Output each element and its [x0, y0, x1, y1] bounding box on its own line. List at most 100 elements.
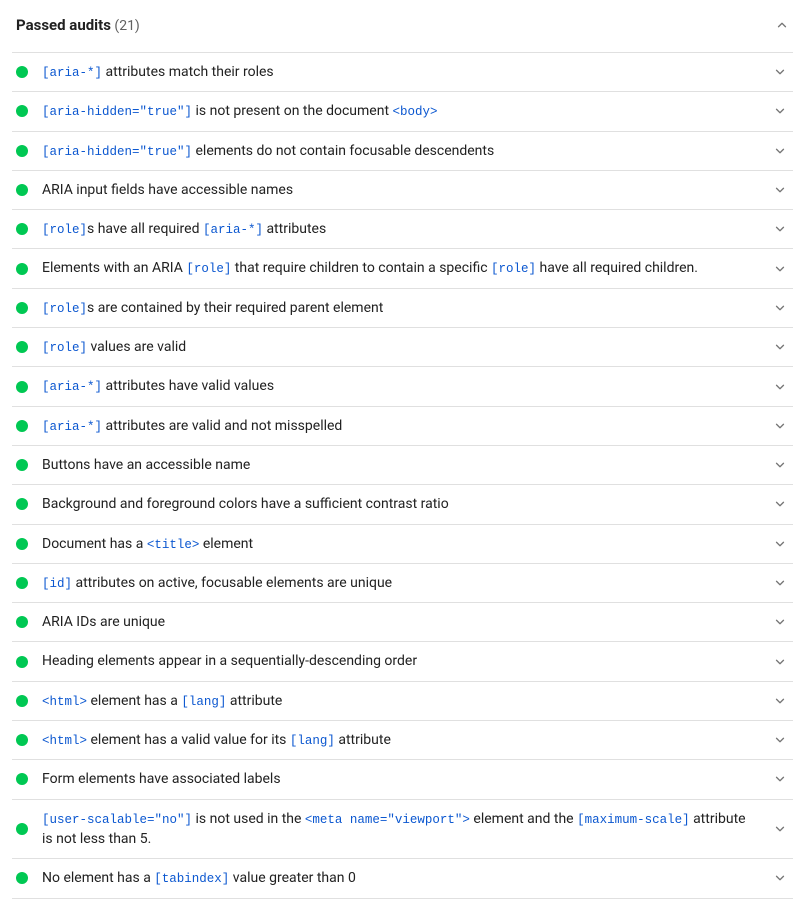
audit-text: [role] values are valid: [42, 337, 759, 357]
chevron-down-icon: [773, 262, 787, 276]
code-token: [lang]: [290, 734, 335, 748]
text-token: element and the: [470, 811, 577, 827]
audit-text: Elements with an ARIA [role] that requir…: [42, 258, 759, 278]
audit-row[interactable]: Background and foreground colors have a …: [12, 485, 793, 524]
pass-dot-icon: [16, 341, 28, 353]
chevron-down-icon: [773, 871, 787, 885]
header-title-wrap: Passed audits (21): [16, 16, 140, 34]
code-token: [lang]: [181, 695, 226, 709]
audit-row[interactable]: Buttons have an accessible name: [12, 446, 793, 485]
code-token: [aria-hidden="true"]: [42, 105, 192, 119]
audit-row[interactable]: [role]s are contained by their required …: [12, 289, 793, 328]
code-token: [maximum-scale]: [577, 813, 690, 827]
chevron-down-icon: [773, 183, 787, 197]
text-token: Document has a: [42, 536, 147, 552]
header-title: Passed audits: [16, 16, 111, 34]
pass-dot-icon: [16, 695, 28, 707]
pass-dot-icon: [16, 105, 28, 117]
audit-row[interactable]: [role]s have all required [aria-*] attri…: [12, 210, 793, 249]
audit-row[interactable]: No element has a [tabindex] value greate…: [12, 859, 793, 898]
chevron-down-icon: [773, 822, 787, 836]
code-token: [id]: [42, 577, 72, 591]
pass-dot-icon: [16, 184, 28, 196]
pass-dot-icon: [16, 459, 28, 471]
code-token: [aria-*]: [42, 66, 102, 80]
chevron-down-icon: [773, 458, 787, 472]
code-token: [user-scalable="no"]: [42, 813, 192, 827]
audit-row[interactable]: [aria-*] attributes have valid values: [12, 367, 793, 406]
pass-dot-icon: [16, 773, 28, 785]
audit-text: [aria-hidden="true"] is not present on t…: [42, 101, 759, 121]
text-token: ARIA input fields have accessible names: [42, 182, 293, 198]
audit-text: ARIA input fields have accessible names: [42, 180, 759, 200]
audit-row[interactable]: [aria-hidden="true"] is not present on t…: [12, 92, 793, 131]
text-token: s are contained by their required parent…: [87, 300, 383, 316]
audit-text: Document has a <title> element: [42, 534, 759, 554]
audit-list: [aria-*] attributes match their roles[ar…: [12, 52, 793, 899]
pass-dot-icon: [16, 66, 28, 78]
chevron-down-icon: [773, 104, 787, 118]
code-token: <meta name="viewport">: [305, 813, 470, 827]
chevron-down-icon: [773, 576, 787, 590]
code-token: [role]: [491, 262, 536, 276]
pass-dot-icon: [16, 223, 28, 235]
audit-row[interactable]: [user-scalable="no"] is not used in the …: [12, 800, 793, 860]
chevron-down-icon: [773, 301, 787, 315]
audit-row[interactable]: [aria-*] attributes match their roles: [12, 53, 793, 92]
text-token: is not used in the: [192, 811, 305, 827]
pass-dot-icon: [16, 538, 28, 550]
chevron-down-icon: [773, 419, 787, 433]
text-token: Form elements have associated labels: [42, 771, 281, 787]
text-token: Background and foreground colors have a …: [42, 496, 449, 512]
text-token: is not present on the document: [192, 103, 392, 119]
header-count: (21): [114, 18, 139, 34]
pass-dot-icon: [16, 145, 28, 157]
audit-row[interactable]: Elements with an ARIA [role] that requir…: [12, 249, 793, 288]
text-token: attributes on active, focusable elements…: [72, 575, 392, 591]
text-token: element has a valid value for its: [87, 732, 290, 748]
text-token: attribute: [335, 732, 391, 748]
audit-text: <html> element has a valid value for its…: [42, 730, 759, 750]
pass-dot-icon: [16, 872, 28, 884]
pass-dot-icon: [16, 616, 28, 628]
audit-row[interactable]: ARIA input fields have accessible names: [12, 171, 793, 210]
text-token: element has a: [87, 693, 181, 709]
text-token: Elements with an ARIA: [42, 260, 186, 276]
chevron-down-icon: [773, 655, 787, 669]
audit-row[interactable]: ARIA IDs are unique: [12, 603, 793, 642]
audit-row[interactable]: <html> element has a [lang] attribute: [12, 682, 793, 721]
audit-text: [aria-*] attributes are valid and not mi…: [42, 416, 759, 436]
audit-row[interactable]: [role] values are valid: [12, 328, 793, 367]
text-token: No element has a: [42, 870, 154, 886]
audit-row[interactable]: Document has a <title> element: [12, 525, 793, 564]
code-token: <html>: [42, 734, 87, 748]
text-token: attributes have valid values: [102, 378, 274, 394]
audit-text: Heading elements appear in a sequentiall…: [42, 651, 759, 671]
pass-dot-icon: [16, 656, 28, 668]
pass-dot-icon: [16, 823, 28, 835]
pass-dot-icon: [16, 302, 28, 314]
audit-row[interactable]: Heading elements appear in a sequentiall…: [12, 642, 793, 681]
text-token: have all required children.: [536, 260, 698, 276]
chevron-down-icon: [773, 340, 787, 354]
audit-row[interactable]: Form elements have associated labels: [12, 760, 793, 799]
audit-row[interactable]: [aria-*] attributes are valid and not mi…: [12, 407, 793, 446]
text-token: that require children to contain a speci…: [231, 260, 491, 276]
audit-text: [aria-*] attributes have valid values: [42, 376, 759, 396]
chevron-down-icon: [773, 694, 787, 708]
audit-text: <html> element has a [lang] attribute: [42, 691, 759, 711]
code-token: [aria-*]: [42, 420, 102, 434]
text-token: attributes: [263, 221, 326, 237]
audit-row[interactable]: [aria-hidden="true"] elements do not con…: [12, 132, 793, 171]
audit-row[interactable]: <html> element has a valid value for its…: [12, 721, 793, 760]
pass-dot-icon: [16, 263, 28, 275]
chevron-down-icon: [773, 65, 787, 79]
chevron-down-icon: [773, 144, 787, 158]
passed-audits-header[interactable]: Passed audits (21): [12, 8, 793, 52]
text-token: elements do not contain focusable descen…: [192, 143, 494, 159]
audit-text: [user-scalable="no"] is not used in the …: [42, 809, 759, 850]
audit-row[interactable]: [id] attributes on active, focusable ele…: [12, 564, 793, 603]
chevron-down-icon: [773, 772, 787, 786]
text-token: Buttons have an accessible name: [42, 457, 250, 473]
text-token: s have all required: [87, 221, 203, 237]
